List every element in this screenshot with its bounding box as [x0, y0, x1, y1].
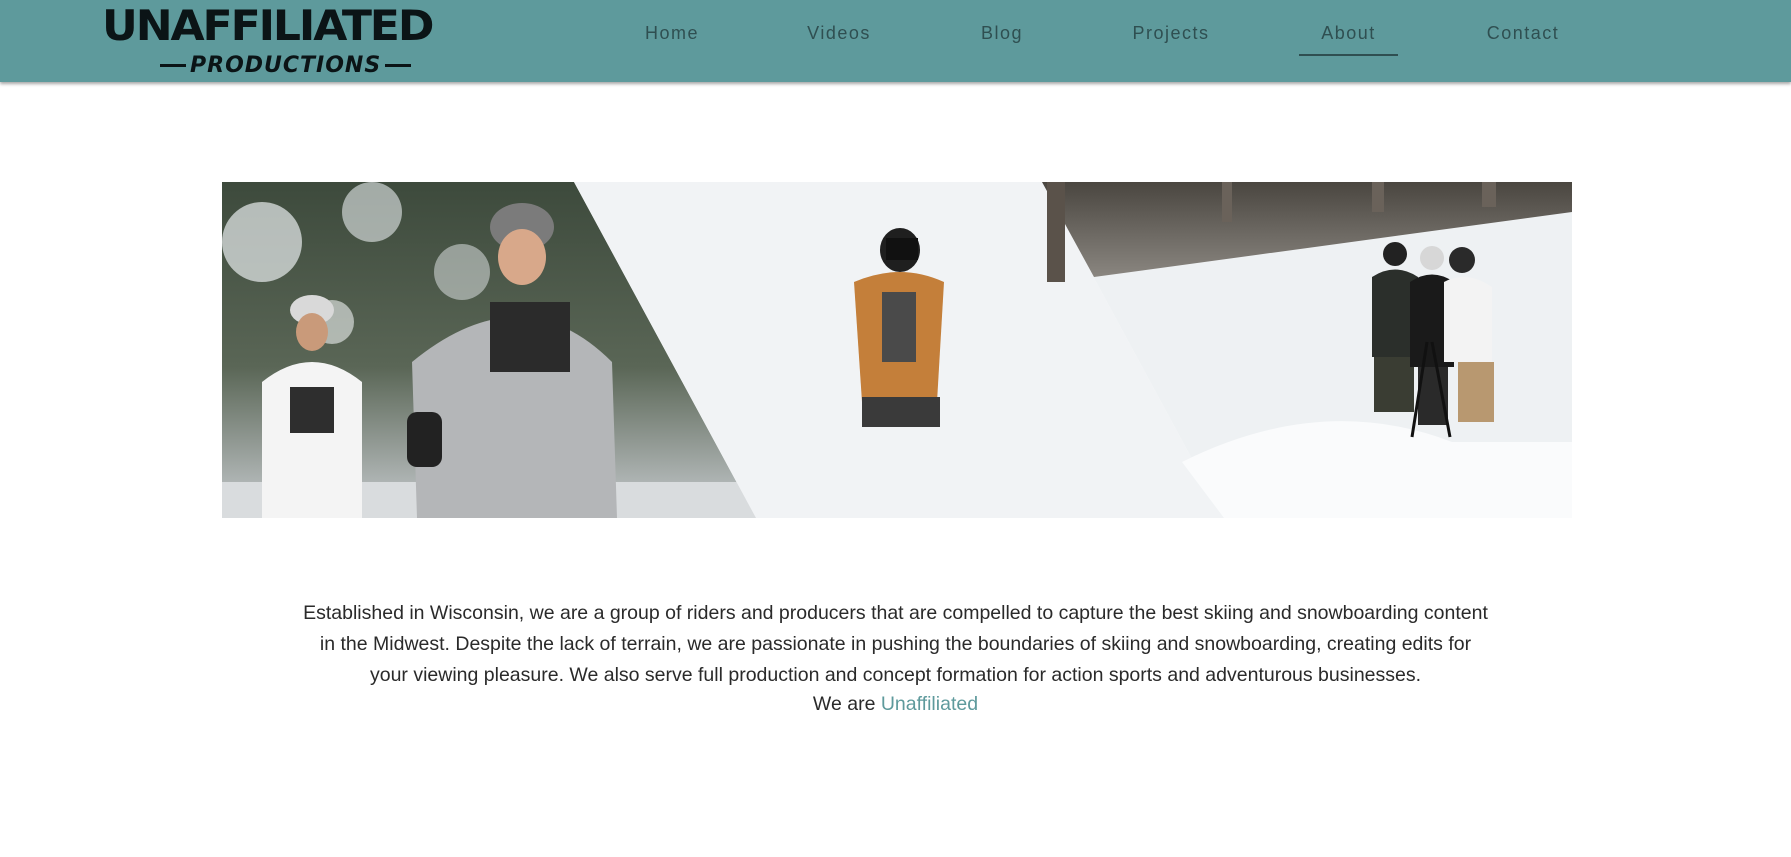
tagline-prefix: We are: [812, 693, 881, 715]
about-paragraph: Established in Wisconsin, we are a group…: [303, 602, 1488, 686]
nav-blog[interactable]: Blog: [978, 20, 1026, 54]
main-nav: Home Videos Blog Projects About Contact: [0, 0, 1791, 82]
about-banner-image: [222, 182, 1572, 518]
nav-contact[interactable]: Contact: [1484, 20, 1562, 54]
nav-videos[interactable]: Videos: [803, 20, 875, 54]
tagline-accent: Unaffiliated: [880, 693, 979, 715]
about-tagline: We are Unaffiliated: [0, 689, 1791, 720]
nav-about[interactable]: About: [1299, 20, 1398, 56]
site-header: UNAFFILIATED PRODUCTIONS Home Videos Blo…: [0, 0, 1791, 82]
nav-projects[interactable]: Projects: [1132, 20, 1210, 54]
nav-home[interactable]: Home: [640, 20, 704, 54]
